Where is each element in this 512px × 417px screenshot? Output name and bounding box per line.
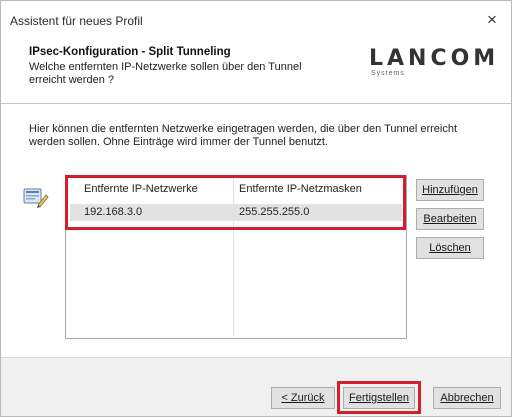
header-divider — [1, 103, 511, 104]
close-button[interactable]: × — [479, 8, 505, 32]
wizard-header: IPsec-Konfiguration - Split Tunneling We… — [1, 39, 511, 103]
add-button[interactable]: Hinzufügen — [416, 179, 484, 201]
add-button-label: Hinzufügen — [422, 184, 478, 196]
lancom-logo: LANCOM Systems — [369, 46, 501, 77]
edit-button-label: Bearbeiten — [423, 213, 477, 225]
title-bar: Assistent für neues Profil × — [1, 1, 511, 39]
edit-button[interactable]: Bearbeiten — [416, 208, 484, 230]
finish-highlight-box — [337, 381, 421, 414]
footer-divider — [1, 357, 511, 358]
cancel-button-label: Abbrechen — [440, 392, 494, 404]
back-button-label: < Zurück — [281, 392, 325, 404]
logo-wordmark: LANCOM — [369, 46, 500, 71]
cancel-button[interactable]: Abbrechen — [433, 387, 501, 409]
network-edit-icon — [23, 188, 49, 208]
delete-button[interactable]: Löschen — [416, 237, 484, 259]
window-title: Assistent für neues Profil — [10, 14, 143, 28]
page-title: IPsec-Konfiguration - Split Tunneling — [29, 46, 231, 58]
close-icon: × — [487, 10, 497, 29]
wizard-window: Assistent für neues Profil × IPsec-Konfi… — [0, 0, 512, 417]
page-subtitle: Welche entfernten IP-Netzwerke sollen üb… — [29, 61, 302, 86]
description-text: Hier können die entfernten Netzwerke ein… — [29, 123, 458, 148]
table-highlight-box — [65, 175, 406, 230]
delete-button-label: Löschen — [429, 242, 471, 254]
back-button[interactable]: < Zurück — [271, 387, 335, 409]
logo-tagline: Systems — [371, 70, 405, 77]
